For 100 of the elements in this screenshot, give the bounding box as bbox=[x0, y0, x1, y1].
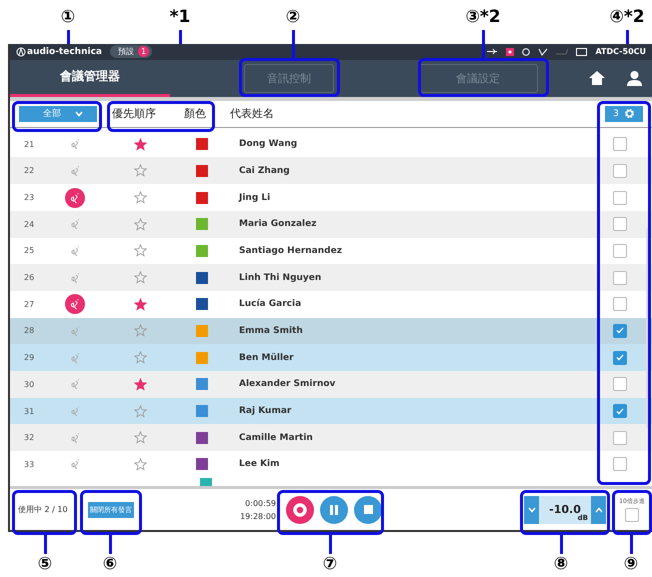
participant-row[interactable]: 30 Alexander Smirnov bbox=[10, 370, 652, 398]
microphone-icon[interactable] bbox=[70, 139, 80, 150]
clock-time: 19:28:00 bbox=[240, 510, 276, 523]
microphone-on-icon[interactable] bbox=[65, 188, 85, 208]
seat-number: 22 bbox=[23, 166, 36, 176]
star-icon[interactable] bbox=[134, 378, 146, 391]
column-header: 顏色 bbox=[184, 106, 206, 122]
chevron-down-icon bbox=[528, 506, 536, 513]
checkmark-icon bbox=[616, 327, 624, 334]
star-icon[interactable] bbox=[134, 404, 146, 418]
row-checkbox[interactable] bbox=[613, 457, 627, 472]
circle-status-icon bbox=[522, 48, 530, 56]
star-icon[interactable] bbox=[134, 218, 146, 231]
chevron-down-icon bbox=[75, 110, 83, 117]
stop-icon bbox=[364, 505, 372, 514]
gain-value: -10.0 bbox=[549, 503, 581, 516]
row-checkbox[interactable] bbox=[613, 164, 627, 178]
seat-number: 25 bbox=[23, 246, 36, 256]
stop-button[interactable] bbox=[354, 496, 382, 524]
callout-frame bbox=[612, 490, 652, 535]
row-checkbox[interactable] bbox=[613, 297, 627, 312]
microphone-icon[interactable] bbox=[70, 326, 80, 336]
column-header: 代表姓名 bbox=[230, 106, 274, 122]
microphone-icon[interactable] bbox=[70, 432, 80, 443]
microphone-icon[interactable] bbox=[70, 352, 80, 363]
participant-row[interactable]: 24 Maria Gonzalez bbox=[10, 210, 652, 238]
star-icon[interactable] bbox=[134, 244, 146, 258]
leader-line bbox=[482, 30, 485, 58]
decrease-button[interactable] bbox=[524, 496, 539, 524]
row-checkbox[interactable] bbox=[613, 324, 627, 338]
seat-number: 33 bbox=[23, 460, 36, 469]
star-icon[interactable] bbox=[134, 431, 146, 444]
star-icon[interactable] bbox=[134, 271, 146, 284]
row-checkbox[interactable] bbox=[613, 190, 627, 205]
microphone-icon[interactable] bbox=[70, 246, 80, 256]
star-icon[interactable] bbox=[134, 324, 146, 338]
participant-row[interactable]: 28 Emma Smith bbox=[10, 318, 652, 344]
record-status-icon bbox=[506, 48, 514, 56]
participant-row[interactable]: 26 Linh Thi Nguyen bbox=[10, 264, 652, 291]
seat-number: 28 bbox=[23, 326, 36, 336]
monitor-icon bbox=[576, 48, 588, 56]
leader-line bbox=[292, 30, 295, 58]
microphone-icon[interactable] bbox=[70, 219, 80, 230]
row-checkbox[interactable] bbox=[613, 244, 627, 258]
seat-number: 29 bbox=[23, 353, 36, 362]
participant-row[interactable]: 31 Raj Kumar bbox=[10, 398, 652, 424]
star-icon[interactable] bbox=[134, 191, 146, 204]
participant-name: Jing Li bbox=[238, 192, 272, 203]
seat-number: 21 bbox=[23, 140, 36, 149]
microphone-on-icon[interactable] bbox=[65, 294, 85, 314]
star-icon[interactable] bbox=[134, 458, 146, 471]
user-icon[interactable] bbox=[627, 70, 642, 86]
seat-number: 26 bbox=[23, 273, 36, 282]
star-icon[interactable] bbox=[134, 164, 146, 178]
increase-button[interactable] bbox=[591, 496, 606, 524]
checkmark-icon bbox=[616, 408, 624, 415]
leader-line bbox=[109, 535, 112, 554]
preset-badge[interactable]: 預設 1 bbox=[110, 45, 152, 58]
participant-row[interactable]: 22 Cai Zhang bbox=[10, 157, 652, 184]
record-icon bbox=[293, 502, 307, 517]
row-checkbox[interactable] bbox=[613, 217, 627, 232]
seat-number: 32 bbox=[23, 433, 36, 442]
microphone-icon[interactable] bbox=[70, 272, 80, 283]
pause-button[interactable] bbox=[320, 496, 348, 524]
settings-icon bbox=[624, 108, 635, 120]
seat-number: 23 bbox=[23, 193, 36, 202]
row-checkbox[interactable] bbox=[613, 137, 627, 152]
leader-line bbox=[560, 535, 563, 554]
callout-label: ⑨ bbox=[624, 554, 638, 574]
callout-label: ① bbox=[60, 7, 76, 27]
seat-number: 24 bbox=[23, 220, 36, 229]
in-use-count: 使用中 2 / 10 bbox=[18, 504, 69, 516]
microphone-icon[interactable] bbox=[70, 459, 80, 470]
seat-number: 27 bbox=[23, 300, 36, 309]
row-checkbox[interactable] bbox=[613, 377, 627, 392]
row-checkbox[interactable] bbox=[613, 430, 627, 445]
microphone-icon[interactable] bbox=[70, 406, 80, 416]
home-icon[interactable] bbox=[589, 71, 605, 86]
seat-number: 30 bbox=[23, 380, 36, 389]
row-checkbox[interactable] bbox=[613, 350, 627, 365]
brand-logo: audio-technica bbox=[16, 46, 102, 57]
participant-name: Maria Gonzalez bbox=[238, 219, 318, 230]
callout-frame bbox=[12, 490, 77, 535]
participant-name: Emma Smith bbox=[238, 326, 304, 336]
record-button[interactable] bbox=[286, 496, 314, 524]
row-checkbox[interactable] bbox=[613, 270, 627, 285]
participant-name: Lucía Garcia bbox=[238, 299, 302, 310]
star-icon[interactable] bbox=[134, 298, 146, 311]
chevron-up-icon bbox=[594, 506, 602, 513]
participant-row[interactable]: 32 Camille Martin bbox=[10, 424, 652, 452]
star-icon[interactable] bbox=[134, 351, 146, 364]
participant-row[interactable]: 29 Ben Müller bbox=[10, 344, 652, 371]
step-checkbox[interactable] bbox=[625, 508, 639, 522]
notification-count: 1 bbox=[138, 46, 149, 58]
microphone-icon[interactable] bbox=[70, 166, 80, 176]
leader-line bbox=[630, 535, 633, 554]
row-checkbox[interactable] bbox=[613, 404, 627, 418]
star-icon[interactable] bbox=[134, 138, 146, 151]
seat-number: 31 bbox=[23, 406, 36, 416]
microphone-icon[interactable] bbox=[70, 379, 80, 390]
